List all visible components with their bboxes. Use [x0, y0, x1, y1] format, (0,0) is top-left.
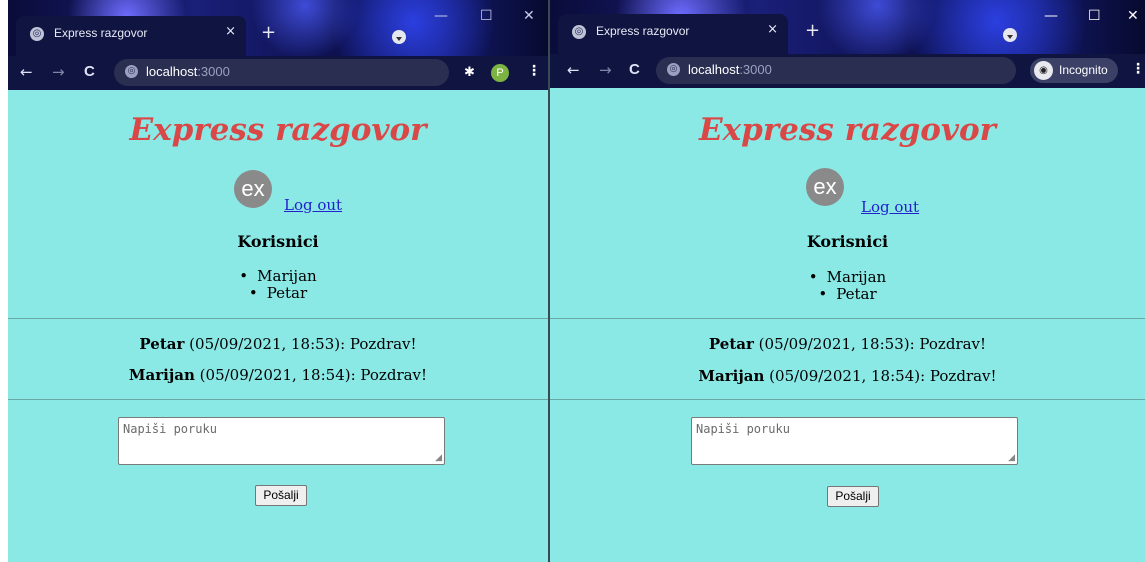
chat-message: Petar (05/09/2021, 18:53): Pozdrav! [8, 335, 548, 353]
url-host: localhost [688, 62, 740, 77]
logout-link[interactable]: Log out [284, 196, 342, 214]
resize-handle-icon[interactable]: ◢ [1008, 453, 1015, 463]
express-logo: ex [234, 170, 272, 208]
url-port: :3000 [197, 64, 230, 79]
minimize-button[interactable]: — [434, 8, 448, 24]
tab-title: Express razgovor [54, 26, 148, 40]
browser-menu-icon[interactable]: ⋮ [527, 63, 541, 79]
puzzle-icon[interactable]: ✱ [464, 65, 475, 80]
users-list: Marijan Petar [550, 269, 1145, 303]
window-close-button[interactable]: ✕ [1127, 8, 1139, 24]
incognito-icon: ◉ [1034, 61, 1053, 80]
page-content: Express razgovor ex Log out Korisnici Ma… [8, 90, 548, 562]
message-input[interactable]: Napiši poruku ◢ [691, 417, 1018, 465]
message-author: Marijan [128, 366, 195, 384]
close-tab-icon[interactable]: × [767, 22, 778, 37]
window-close-button[interactable]: ✕ [523, 8, 535, 24]
chat-message: Petar (05/09/2021, 18:53): Pozdrav! [550, 335, 1145, 353]
message-author: Marijan [698, 367, 765, 385]
message-body: (05/09/2021, 18:54): Pozdrav! [764, 367, 997, 385]
list-item: Marijan [550, 269, 1145, 286]
message-body: (05/09/2021, 18:53): Pozdrav! [184, 335, 417, 353]
message-author: Petar [139, 335, 185, 353]
address-bar[interactable]: ◎ localhost:3000 [656, 57, 1016, 84]
incognito-indicator[interactable]: ◉ Incognito [1030, 58, 1118, 83]
reload-button[interactable]: C [84, 63, 95, 80]
message-body: (05/09/2021, 18:53): Pozdrav! [753, 335, 987, 353]
close-tab-icon[interactable]: × [225, 24, 236, 39]
page-title: Express razgovor [699, 112, 996, 148]
tab-search-button[interactable] [1003, 28, 1017, 42]
url-host: localhost [146, 64, 198, 79]
message-body: (05/09/2021, 18:54): Pozdrav! [194, 366, 428, 384]
browser-toolbar: ← → C ◎ localhost:3000 ✱ P ⋮ [8, 56, 548, 90]
back-button[interactable]: ← [567, 61, 580, 79]
profile-avatar[interactable]: P [491, 64, 509, 82]
page-title: Express razgovor [129, 112, 427, 148]
tab-title: Express razgovor [596, 24, 690, 38]
globe-icon: ◎ [30, 27, 44, 41]
chat-message: Marijan (05/09/2021, 18:54): Pozdrav! [550, 367, 1145, 385]
list-item: Marijan [8, 268, 548, 285]
globe-icon: ◎ [572, 25, 586, 39]
minimize-button[interactable]: — [1044, 8, 1058, 24]
divider [550, 318, 1145, 319]
site-info-icon[interactable]: ◎ [667, 63, 680, 76]
express-logo: ex [806, 168, 844, 206]
divider [550, 399, 1145, 400]
browser-toolbar: ← → C ◎ localhost:3000 ◉ Incognito ⋮ [550, 54, 1145, 88]
list-item: Petar [550, 286, 1145, 303]
chat-message: Marijan (05/09/2021, 18:54): Pozdrav! [8, 366, 548, 384]
address-bar[interactable]: ◎ localhost:3000 [114, 59, 449, 86]
users-list: Marijan Petar [8, 268, 548, 302]
browser-window-incognito: ◎ Express razgovor × + — ☐ ✕ ← → C ◎ loc… [550, 0, 1145, 562]
users-heading: Korisnici [806, 232, 889, 251]
maximize-button[interactable]: ☐ [480, 8, 493, 24]
send-button[interactable]: Pošalji [255, 485, 307, 506]
divider [8, 399, 548, 400]
tab-search-button[interactable] [392, 30, 406, 44]
browser-window-regular: ◎ Express razgovor × + — ☐ ✕ ← → C ◎ loc… [8, 0, 548, 562]
forward-button[interactable]: → [52, 63, 65, 81]
message-placeholder: Napiši poruku [696, 422, 790, 436]
incognito-label: Incognito [1059, 63, 1108, 77]
new-tab-button[interactable]: + [261, 22, 276, 43]
new-tab-button[interactable]: + [805, 20, 820, 41]
browser-menu-icon[interactable]: ⋮ [1131, 61, 1145, 77]
tab-express-razgovor[interactable]: ◎ Express razgovor × [16, 16, 246, 56]
tab-strip: ◎ Express razgovor × + — ☐ ✕ [8, 0, 548, 56]
forward-button[interactable]: → [599, 61, 612, 79]
message-author: Petar [708, 335, 754, 353]
list-item: Petar [8, 285, 548, 302]
message-input[interactable]: Napiši poruku ◢ [118, 417, 445, 465]
tab-strip: ◎ Express razgovor × + — ☐ ✕ [550, 0, 1145, 54]
back-button[interactable]: ← [20, 63, 33, 81]
page-content: Express razgovor ex Log out Korisnici Ma… [550, 88, 1145, 562]
resize-handle-icon[interactable]: ◢ [435, 453, 442, 463]
users-heading: Korisnici [237, 232, 319, 251]
logout-link[interactable]: Log out [861, 198, 919, 216]
maximize-button[interactable]: ☐ [1088, 8, 1101, 24]
url-port: :3000 [739, 62, 772, 77]
reload-button[interactable]: C [629, 61, 640, 78]
site-info-icon[interactable]: ◎ [125, 65, 138, 78]
send-button[interactable]: Pošalji [827, 486, 879, 507]
divider [8, 318, 548, 319]
message-placeholder: Napiši poruku [123, 422, 217, 436]
tab-express-razgovor[interactable]: ◎ Express razgovor × [558, 14, 788, 54]
